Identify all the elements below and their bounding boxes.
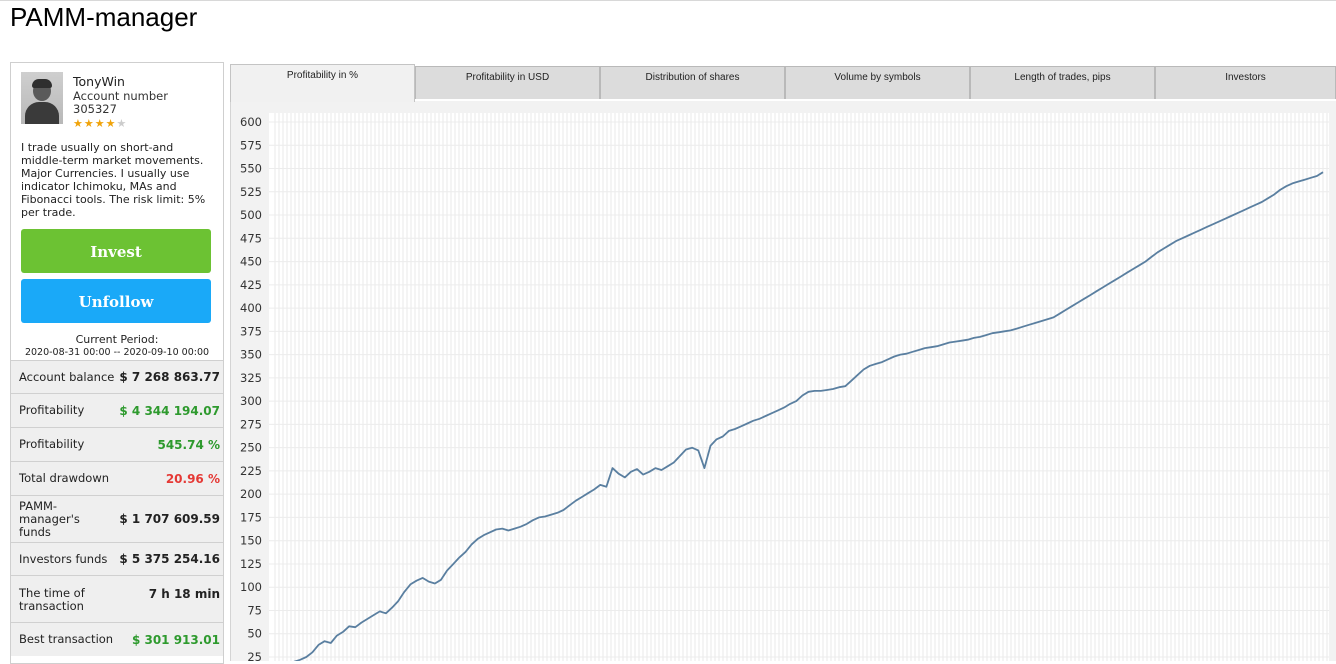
stat-row: Total drawdown 20.96 % bbox=[11, 461, 223, 495]
y-tick-label: 275 bbox=[240, 417, 262, 431]
stat-label: Profitability bbox=[19, 437, 85, 451]
stat-row: The time of transaction 7 h 18 min bbox=[11, 575, 223, 622]
stat-label: Total drawdown bbox=[19, 471, 110, 485]
y-tick-label: 225 bbox=[240, 464, 262, 478]
y-tick-label: 150 bbox=[240, 534, 262, 548]
stat-value: 7 h 18 min bbox=[148, 587, 220, 601]
tab-profitability-usd[interactable]: Profitability in USD bbox=[415, 66, 600, 99]
star-filled-icon: ★ bbox=[83, 117, 95, 130]
y-tick-label: 125 bbox=[240, 557, 262, 571]
line-chart: 600 575 550 525 500 475 450 425 400 375 350 325 300 2… bbox=[240, 113, 1329, 661]
stat-value: $ 5 375 254.16 bbox=[119, 552, 220, 566]
y-tick-label: 75 bbox=[247, 603, 262, 617]
y-tick-label: 100 bbox=[240, 580, 262, 594]
top-border bbox=[0, 0, 1336, 1]
avatar bbox=[21, 72, 63, 124]
y-tick-label: 550 bbox=[240, 162, 262, 176]
page-title: PAMM-manager bbox=[10, 2, 198, 32]
account-number-label: Account number bbox=[73, 89, 168, 103]
rating-stars: ★★★★★ bbox=[73, 117, 127, 130]
y-tick-label: 475 bbox=[240, 231, 262, 245]
y-tick-label: 300 bbox=[240, 394, 262, 408]
stat-row: Profitability 545.74 % bbox=[11, 427, 223, 461]
y-tick-label: 325 bbox=[240, 371, 262, 385]
profitability-chart: 600 575 550 525 500 475 450 425 400 375 350 325 300 2… bbox=[230, 101, 1336, 661]
tab-investors[interactable]: Investors bbox=[1155, 66, 1336, 99]
y-tick-label: 25 bbox=[247, 650, 262, 661]
y-tick-label: 250 bbox=[240, 441, 262, 455]
current-period-label: Current Period: bbox=[75, 333, 159, 346]
account-number: 305327 bbox=[73, 102, 117, 116]
y-tick-label: 600 bbox=[240, 115, 262, 129]
stat-label: PAMM-manager's funds bbox=[19, 498, 80, 539]
y-tick-label: 525 bbox=[240, 185, 262, 199]
stat-value: $ 1 707 609.59 bbox=[119, 512, 220, 526]
tab-distribution-of-shares[interactable]: Distribution of shares bbox=[600, 66, 785, 99]
y-tick-label: 575 bbox=[240, 138, 262, 152]
y-tick-label: 450 bbox=[240, 255, 262, 269]
unfollow-button[interactable]: Unfollow bbox=[21, 279, 211, 323]
stat-row: Profitability $ 4 344 194.07 bbox=[11, 393, 223, 427]
manager-profile: TonyWin Account number 305327 ★★★★★ bbox=[11, 63, 223, 133]
stat-label: Investors funds bbox=[19, 551, 108, 566]
y-tick-label: 400 bbox=[240, 301, 262, 315]
y-tick-label: 200 bbox=[240, 487, 262, 501]
y-tick-label: 350 bbox=[240, 348, 262, 362]
manager-description: I trade usually on short-and middle-term… bbox=[21, 141, 206, 219]
tab-length-of-trades[interactable]: Length of trades, pips bbox=[970, 66, 1155, 99]
y-tick-label: 500 bbox=[240, 208, 262, 222]
current-period: Current Period: 2020-08-31 00:00 -- 2020… bbox=[11, 333, 223, 358]
stat-value: $ 301 913.01 bbox=[131, 632, 220, 647]
y-tick-label: 425 bbox=[240, 278, 262, 292]
stat-row: Investors funds $ 5 375 254.16 bbox=[11, 542, 223, 575]
stat-value: 545.74 % bbox=[157, 437, 220, 452]
manager-panel: TonyWin Account number 305327 ★★★★★ I tr… bbox=[10, 62, 224, 664]
invest-button[interactable]: Invest bbox=[21, 229, 211, 273]
stat-row: Account balance $ 7 268 863.77 bbox=[11, 360, 223, 393]
current-period-range: 2020-08-31 00:00 -- 2020-09-10 00:00 bbox=[24, 347, 210, 358]
stat-label: Account balance bbox=[19, 369, 115, 384]
y-tick-label: 175 bbox=[240, 510, 262, 524]
stat-row: PAMM-manager's funds $ 1 707 609.59 bbox=[11, 495, 223, 542]
stat-label: Best transaction bbox=[19, 632, 114, 646]
stats-table: Account balance $ 7 268 863.77 Profitabi… bbox=[11, 360, 223, 656]
stat-value: $ 4 344 194.07 bbox=[119, 403, 220, 418]
stat-value: $ 7 268 863.77 bbox=[119, 370, 220, 384]
star-empty-icon: ★ bbox=[116, 117, 128, 130]
y-tick-label: 375 bbox=[240, 324, 262, 338]
chart-tabs: Profitability in % Profitability in USD … bbox=[230, 64, 1336, 102]
tab-profitability-percent[interactable]: Profitability in % bbox=[230, 64, 415, 102]
star-filled-icon: ★ bbox=[73, 117, 84, 130]
y-tick-label: 50 bbox=[247, 627, 262, 641]
stat-row: Best transaction $ 301 913.01 bbox=[11, 622, 223, 656]
star-filled-icon: ★ bbox=[94, 117, 106, 130]
stat-label: The time of transaction bbox=[19, 586, 85, 613]
stat-label: Profitability bbox=[19, 403, 85, 417]
manager-name[interactable]: TonyWin bbox=[73, 74, 125, 89]
stat-value: 20.96 % bbox=[165, 471, 220, 486]
tab-volume-by-symbols[interactable]: Volume by symbols bbox=[785, 66, 970, 99]
star-filled-icon: ★ bbox=[105, 117, 117, 130]
